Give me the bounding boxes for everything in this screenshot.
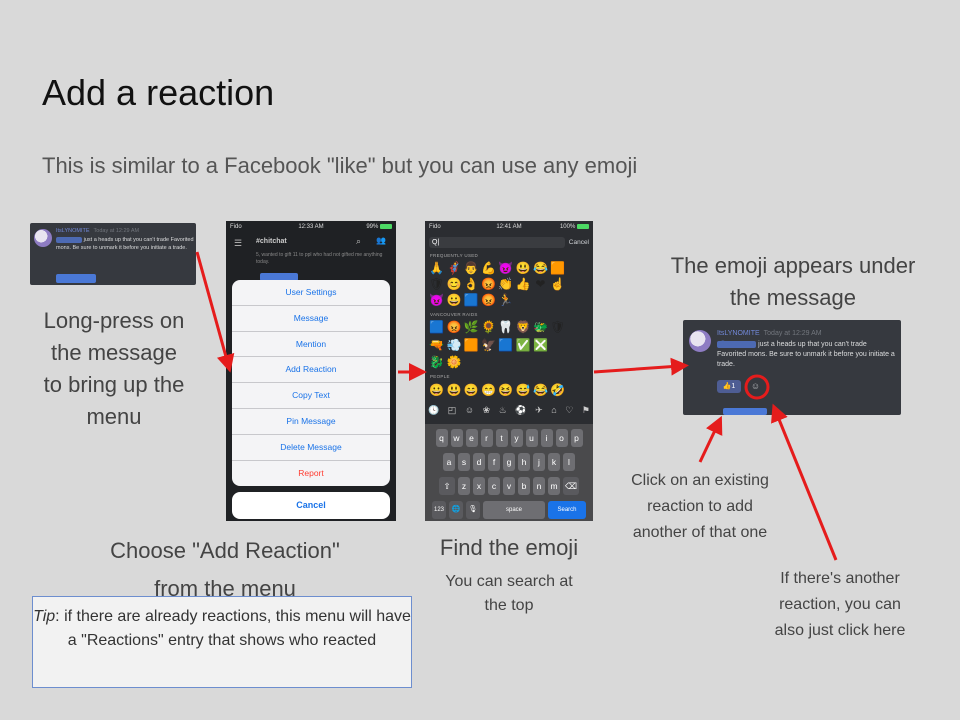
arrow-to-add-reaction bbox=[771, 403, 838, 561]
arrow-to-existing-reaction bbox=[698, 415, 723, 463]
add-reaction-highlight bbox=[744, 374, 770, 400]
arrow-to-menu bbox=[195, 251, 235, 373]
arrow-to-result bbox=[593, 357, 689, 376]
annotation-overlay bbox=[195, 251, 838, 561]
